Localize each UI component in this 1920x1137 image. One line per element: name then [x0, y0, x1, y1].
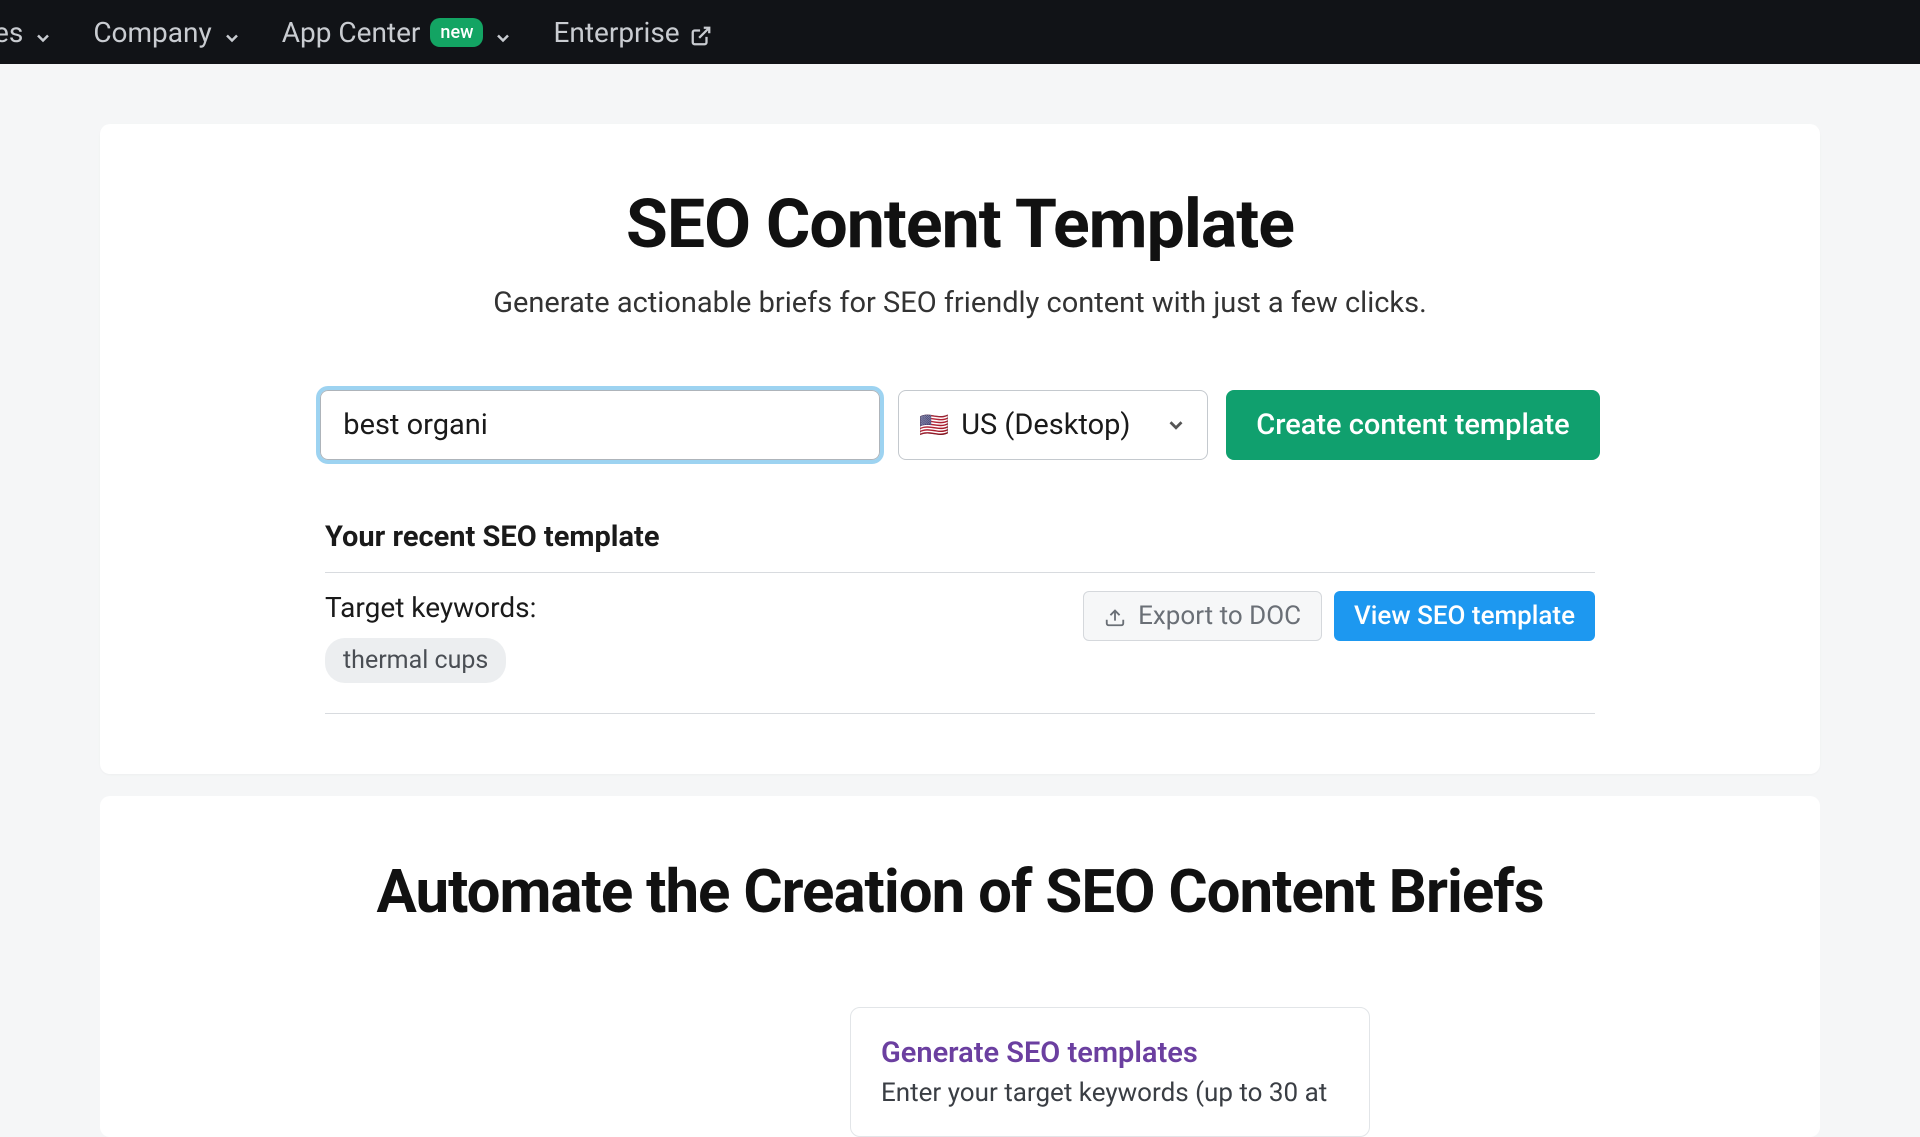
- create-template-button[interactable]: Create content template: [1226, 390, 1599, 460]
- nav-item-partial[interactable]: es: [0, 16, 53, 49]
- recent-heading: Your recent SEO template: [325, 520, 1595, 573]
- chevron-down-icon: [33, 22, 53, 42]
- chevron-down-icon: [1165, 414, 1187, 436]
- nav-item-partial-label: es: [0, 16, 23, 49]
- recent-section: Your recent SEO template Target keywords…: [325, 520, 1595, 714]
- generate-subcard-body: Enter your target keywords (up to 30 at: [881, 1078, 1339, 1108]
- main-card: SEO Content Template Generate actionable…: [100, 124, 1820, 774]
- nav-item-enterprise[interactable]: Enterprise: [553, 16, 711, 49]
- export-doc-button[interactable]: Export to DOC: [1083, 591, 1322, 641]
- page-body: SEO Content Template Generate actionable…: [0, 64, 1920, 1137]
- page-subtitle: Generate actionable briefs for SEO frien…: [493, 286, 1427, 320]
- locale-label: US (Desktop): [961, 408, 1130, 442]
- keyword-chip: thermal cups: [325, 638, 506, 683]
- upload-icon: [1104, 605, 1126, 627]
- keyword-input[interactable]: [320, 390, 880, 460]
- top-nav: es Company App Center new Enterprise: [0, 0, 1920, 64]
- new-badge: new: [430, 18, 483, 47]
- export-doc-label: Export to DOC: [1138, 601, 1301, 631]
- nav-item-company-label: Company: [93, 16, 211, 49]
- generate-subcard-title: Generate SEO templates: [881, 1036, 1339, 1070]
- recent-left: Target keywords: thermal cups: [325, 591, 536, 683]
- nav-item-company[interactable]: Company: [93, 16, 241, 49]
- locale-select-left: 🇺🇸 US (Desktop): [919, 408, 1130, 442]
- chevron-down-icon: [222, 22, 242, 42]
- automate-title: Automate the Creation of SEO Content Bri…: [376, 856, 1543, 927]
- target-keywords-label: Target keywords:: [325, 591, 536, 624]
- external-link-icon: [690, 21, 712, 43]
- view-template-button[interactable]: View SEO template: [1334, 591, 1595, 641]
- nav-item-app-center[interactable]: App Center new: [282, 16, 514, 49]
- locale-select[interactable]: 🇺🇸 US (Desktop): [898, 390, 1208, 460]
- form-row: 🇺🇸 US (Desktop) Create content template: [320, 390, 1599, 460]
- flag-icon: 🇺🇸: [919, 411, 949, 439]
- chevron-down-icon: [493, 22, 513, 42]
- page-title: SEO Content Template: [626, 184, 1294, 264]
- recent-actions: Export to DOC View SEO template: [1083, 591, 1595, 641]
- recent-row: Target keywords: thermal cups Export to …: [325, 573, 1595, 714]
- nav-item-enterprise-label: Enterprise: [553, 16, 679, 49]
- nav-item-app-center-label: App Center: [282, 16, 421, 49]
- automate-card: Automate the Creation of SEO Content Bri…: [100, 796, 1820, 1137]
- generate-subcard: Generate SEO templates Enter your target…: [850, 1007, 1370, 1137]
